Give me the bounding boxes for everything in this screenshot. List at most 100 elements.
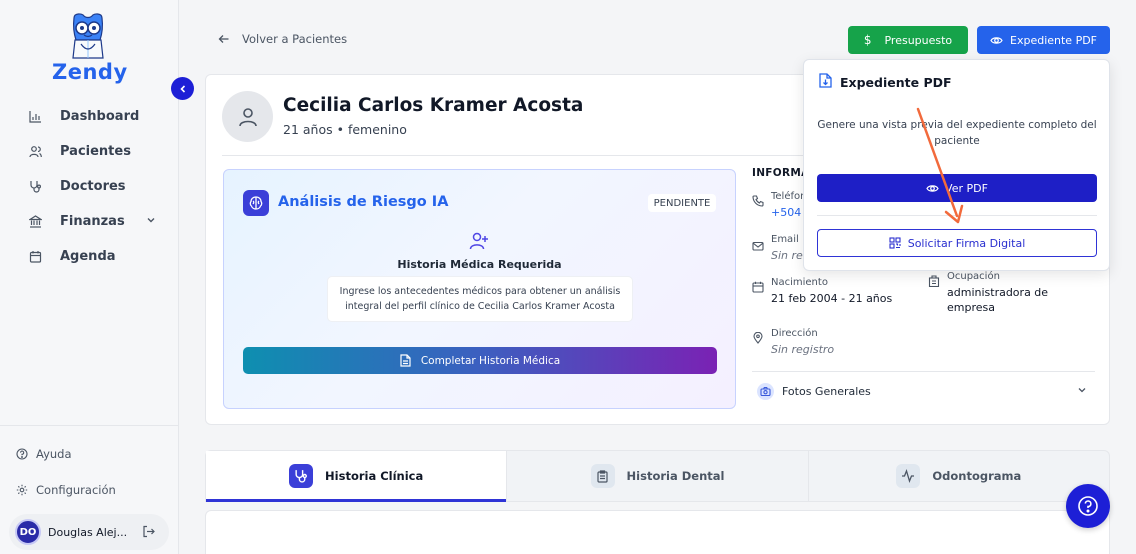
back-link[interactable]: Volver a Pacientes — [218, 32, 347, 46]
risk-analysis-panel: Análisis de Riesgo IA PENDIENTE Historia… — [223, 169, 736, 409]
bar-chart-icon — [28, 110, 42, 124]
chevron-down-icon — [146, 214, 156, 229]
patient-subtitle: 21 años • femenino — [283, 122, 407, 137]
help-circle-icon — [16, 448, 29, 460]
tab-label: Odontograma — [932, 469, 1022, 483]
gear-icon — [16, 484, 29, 496]
occupation-line: administradora de — [947, 286, 1049, 299]
required-message: Ingrese los antecedentes médicos para ob… — [327, 276, 633, 322]
tooth-mascot-icon — [66, 12, 110, 62]
calendar-icon — [28, 250, 42, 264]
sidebar-item-label: Pacientes — [60, 144, 131, 159]
arrow-left-icon — [218, 35, 229, 43]
logo[interactable]: Zendy — [52, 12, 128, 84]
tab-odontograma[interactable]: Odontograma — [809, 451, 1109, 501]
sidebar-item-pacientes[interactable]: Pacientes — [0, 134, 178, 169]
user-name: Douglas Alej... — [48, 525, 128, 539]
view-pdf-button[interactable]: Ver PDF — [817, 174, 1097, 202]
dollar-icon: $ — [863, 33, 872, 47]
camera-icon — [757, 383, 774, 400]
brand-name: Zendy — [52, 60, 128, 84]
activity-icon — [896, 464, 921, 488]
required-text-line: integral del perfil clínico de Cecilia C… — [345, 301, 615, 312]
sidebar-footer: Ayuda Configuración DO Douglas Alej... — [0, 425, 178, 550]
sidebar-item-label: Doctores — [60, 179, 126, 194]
complete-history-button[interactable]: Completar Historia Médica — [243, 347, 717, 374]
eye-icon — [926, 184, 939, 192]
risk-title: Análisis de Riesgo IA — [278, 194, 449, 210]
settings-link[interactable]: Configuración — [0, 472, 178, 508]
address-field: Dirección Sin registro — [771, 328, 834, 356]
file-text-icon — [400, 354, 411, 367]
tab-content-panel — [205, 510, 1110, 554]
settings-label: Configuración — [36, 483, 116, 497]
address-value: Sin registro — [771, 343, 835, 356]
building-icon — [928, 272, 940, 291]
user-profile[interactable]: DO Douglas Alej... — [9, 514, 169, 550]
divider — [817, 215, 1097, 216]
popover-title: Expediente PDF — [840, 75, 952, 90]
birth-label: Nacimiento — [771, 277, 828, 288]
presupuesto-button[interactable]: $ Presupuesto — [848, 26, 968, 54]
phone-icon — [752, 192, 764, 211]
back-label: Volver a Pacientes — [242, 32, 348, 46]
fotos-label: Fotos Generales — [782, 385, 871, 398]
help-button[interactable] — [1066, 484, 1110, 528]
sidebar-item-label: Finanzas — [60, 214, 125, 229]
patient-name: Cecilia Carlos Kramer Acosta — [283, 95, 584, 116]
chevron-left-icon — [179, 84, 185, 93]
main-nav: Dashboard Pacientes Doctores Finanzas Ag… — [0, 99, 178, 274]
expediente-pdf-popover: Expediente PDF Genere una vista previa d… — [803, 59, 1110, 271]
status-badge: PENDIENTE — [648, 194, 716, 212]
required-title: Historia Médica Requerida — [397, 258, 562, 271]
users-icon — [28, 145, 42, 159]
view-pdf-label: Ver PDF — [945, 181, 988, 195]
eye-icon — [990, 36, 1003, 44]
birth-value: 21 feb 2004 - 21 años — [771, 292, 893, 305]
fotos-generales-toggle[interactable]: Fotos Generales — [752, 371, 1095, 411]
occupation-label: Ocupación — [947, 271, 1000, 282]
sidebar-item-doctores[interactable]: Doctores — [0, 169, 178, 204]
sidebar-item-agenda[interactable]: Agenda — [0, 239, 178, 274]
presupuesto-label: Presupuesto — [884, 33, 953, 47]
sidebar-item-label: Agenda — [60, 249, 116, 264]
user-icon — [238, 107, 257, 126]
request-signature-button[interactable]: Solicitar Firma Digital — [817, 229, 1097, 257]
record-tabs: Historia Clínica Historia Dental Odontog… — [205, 450, 1110, 502]
qr-code-icon — [889, 237, 901, 249]
tab-label: Historia Dental — [626, 469, 725, 483]
tab-historia-clinica[interactable]: Historia Clínica — [206, 451, 508, 502]
help-link[interactable]: Ayuda — [0, 436, 178, 472]
complete-history-label: Completar Historia Médica — [420, 354, 561, 367]
expediente-pdf-label: Expediente PDF — [1010, 33, 1097, 47]
tab-historia-dental[interactable]: Historia Dental — [507, 451, 809, 501]
info-heading: INFORMACIÓN — [752, 167, 808, 179]
help-label: Ayuda — [36, 447, 72, 461]
mail-icon — [752, 237, 764, 256]
address-label: Dirección — [771, 328, 818, 339]
required-text-line: Ingrese los antecedentes médicos para ob… — [339, 286, 621, 297]
sidebar-item-finanzas[interactable]: Finanzas — [0, 204, 178, 239]
occupation-field: Ocupación administradora de empresa — [947, 271, 1048, 314]
file-download-icon — [819, 73, 832, 92]
stethoscope-icon — [28, 180, 42, 194]
occupation-value: administradora de empresa — [947, 286, 1048, 314]
expediente-pdf-button[interactable]: Expediente PDF — [977, 26, 1110, 54]
question-icon — [1078, 496, 1098, 516]
sidebar: Zendy Dashboard Pacientes Doctores Finan… — [0, 0, 179, 554]
user-plus-icon — [469, 231, 489, 255]
logout-icon[interactable] — [142, 523, 155, 542]
bank-icon — [28, 215, 42, 229]
map-pin-icon — [752, 329, 764, 348]
occupation-line: empresa — [947, 301, 995, 314]
avatar: DO — [15, 519, 41, 545]
chevron-down-icon — [1077, 385, 1087, 398]
sidebar-item-dashboard[interactable]: Dashboard — [0, 99, 178, 134]
brain-icon — [243, 190, 269, 216]
request-signature-label: Solicitar Firma Digital — [907, 236, 1026, 250]
calendar-icon — [752, 278, 764, 297]
patient-avatar — [222, 91, 273, 142]
clipboard-icon — [590, 464, 615, 488]
collapse-sidebar-button[interactable] — [171, 77, 194, 100]
tab-label: Historia Clínica — [325, 469, 424, 483]
